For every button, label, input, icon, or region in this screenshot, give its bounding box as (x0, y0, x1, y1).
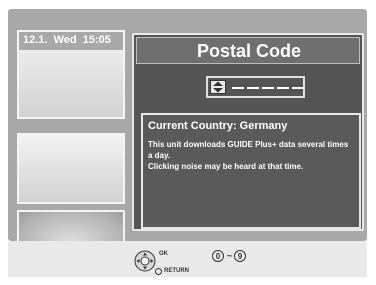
dialog-title: Postal Code (196, 41, 302, 61)
preview-thumbnail-middle (17, 133, 125, 204)
datetime-label: 12.1. Wed 15:05 (23, 34, 111, 46)
digit-0-icon: 0 (212, 250, 224, 262)
postal-code-dialog: Postal Code Current Country: Germany Thi… (132, 33, 364, 231)
preview-thumbnail-top: 12.1. Wed 15:05 (17, 30, 125, 119)
postal-code-input[interactable] (206, 76, 305, 98)
digit-slot (232, 87, 244, 89)
datetime-bar: 12.1. Wed 15:05 (19, 32, 123, 50)
digit-slot (262, 87, 274, 89)
digit-9-icon: 9 (234, 250, 246, 262)
postal-code-slots (232, 85, 304, 93)
current-country-label: Current Country: Germany (148, 120, 288, 132)
remote-cursor-icon (134, 250, 156, 272)
return-icon (155, 268, 162, 275)
up-down-arrow-icon[interactable] (210, 80, 226, 94)
guide-setup-screen: 12.1. Wed 15:05 Postal Code Current Coun… (0, 0, 376, 285)
digit-slot (292, 87, 304, 89)
info-box: Current Country: Germany This unit downl… (141, 113, 361, 229)
digit-slot (277, 87, 289, 89)
return-label: RETURN (164, 268, 189, 274)
dialog-title-bar: Postal Code (136, 37, 360, 64)
info-text: This unit downloads GUIDE Plus+ data sev… (148, 139, 354, 172)
ok-label: OK (159, 251, 168, 257)
digit-range-tilde: ~ (227, 251, 233, 261)
digit-slot (247, 87, 259, 89)
info-line: This unit downloads GUIDE Plus+ data sev… (148, 140, 349, 160)
info-line: Clicking noise may be heard at that time… (148, 162, 304, 171)
